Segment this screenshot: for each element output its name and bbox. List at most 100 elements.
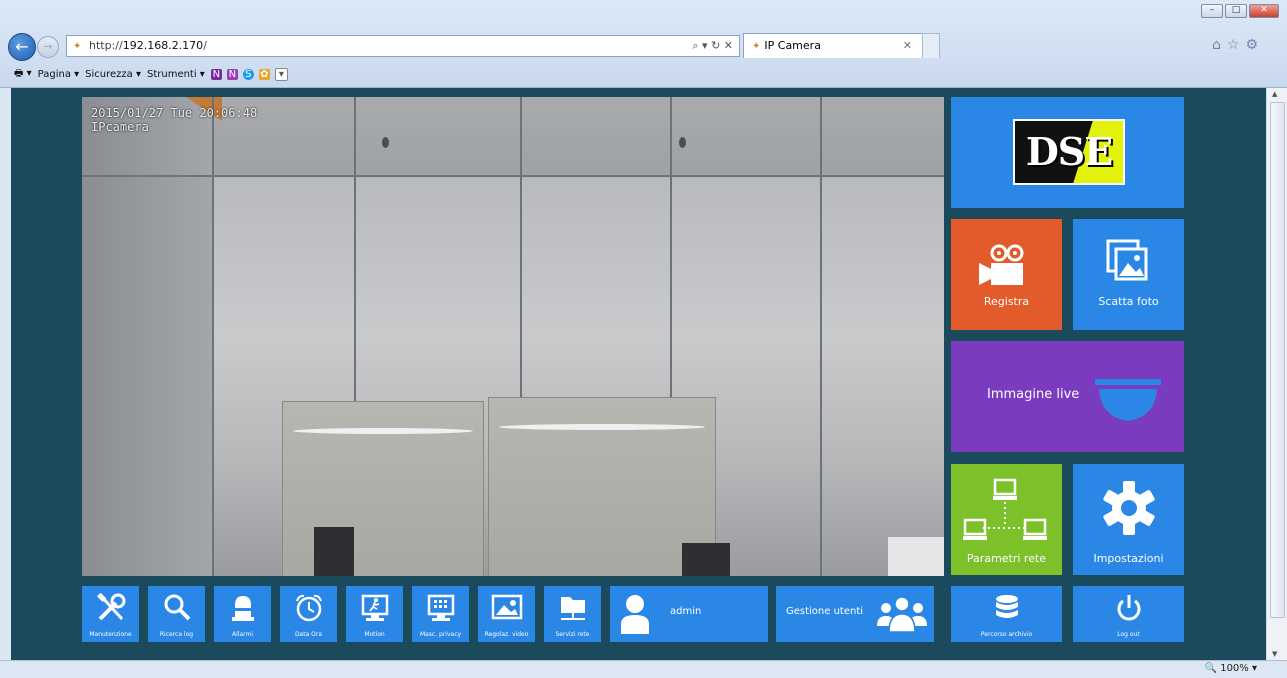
menu-strumenti[interactable]: Strumenti ▾: [147, 69, 205, 80]
video-osd: 2015/01/27 Tue 20:06:48 IPcamera: [91, 106, 257, 134]
tab-title: IP Camera: [764, 39, 821, 52]
navigation-bar: ← → ✦ http://192.168.2.170/ ⌕ ▾ ↻ ✕ ✦ IP C…: [8, 33, 1278, 61]
motion-detect-icon: [361, 594, 388, 621]
log-search-label: Ricerca log: [159, 631, 194, 638]
user-icon: [621, 595, 649, 634]
extra-toolbar-icon[interactable]: ▾: [274, 67, 288, 81]
video-seam: [820, 97, 822, 576]
current-user-label: admin: [670, 606, 702, 617]
privacy-mask-label: Masc. privacy: [419, 631, 462, 638]
users-group-icon: [877, 596, 927, 633]
gear-icon: [1103, 481, 1155, 535]
onenote-icon[interactable]: N: [210, 68, 222, 80]
clock-icon: [295, 594, 322, 622]
dome-camera-icon: [1095, 379, 1161, 421]
network-folder-icon: [560, 597, 585, 620]
logout-label: Log out: [1117, 631, 1140, 638]
video-left-wall: [82, 97, 212, 576]
forward-button[interactable]: →: [37, 36, 59, 58]
menu-sicurezza[interactable]: Sicurezza ▾: [85, 69, 141, 80]
dse-logo-tile: DSE: [951, 97, 1184, 208]
network-params-tile[interactable]: Parametri rete: [951, 464, 1062, 575]
live-view-label: Immagine live: [987, 387, 1080, 402]
settings-tile[interactable]: Impostazioni: [1073, 464, 1184, 575]
video-camera-name: IPcamera: [91, 120, 149, 134]
menu-pagina[interactable]: Pagina ▾: [38, 69, 80, 80]
video-adjust-label: Regolaz. video: [484, 631, 529, 638]
logout-tile[interactable]: Log out: [1073, 586, 1184, 642]
magnifier-icon: [164, 594, 190, 621]
status-bar: 🔍 100% ▾: [0, 660, 1287, 678]
network-icon: [963, 478, 1047, 540]
tab-ip-camera[interactable]: ✦ IP Camera ✕: [743, 33, 923, 58]
close-tab-icon[interactable]: ✕: [903, 34, 912, 58]
settings-label: Impostazioni: [1093, 552, 1164, 565]
video-lock: [382, 137, 389, 148]
privacy-mask-icon: [427, 594, 454, 621]
video-object: [682, 543, 730, 576]
scroll-up-icon[interactable]: ▲: [1272, 90, 1277, 98]
snapshot-label: Scatta foto: [1098, 295, 1159, 308]
command-bar: 🖶 ▾ Pagina ▾ Sicurezza ▾ Strumenti ▾ N N…: [14, 66, 293, 82]
onenote-send-icon[interactable]: N: [226, 68, 238, 80]
video-seam: [212, 97, 214, 576]
photo-icon: [1106, 239, 1148, 281]
minimize-button[interactable]: –: [1201, 4, 1223, 18]
archive-path-label: Percorso archivio: [980, 631, 1033, 638]
browser-chrome: – □ ✕ ← → ✦ http://192.168.2.170/ ⌕ ▾ ↻ ✕…: [0, 0, 1287, 88]
date-time-label: Data Ora: [294, 631, 323, 638]
page-icon: ✦: [73, 41, 82, 52]
database-icon: [995, 595, 1018, 618]
video-object: [888, 537, 944, 576]
snapshot-tile[interactable]: Scatta foto: [1073, 219, 1184, 330]
addon-icon[interactable]: ✿: [258, 68, 270, 80]
url-text: http://192.168.2.170/: [89, 39, 207, 52]
live-view-tile[interactable]: Immagine live: [951, 341, 1184, 452]
privacy-mask-tile[interactable]: Masc. privacy: [412, 586, 469, 642]
print-icon[interactable]: 🖶 ▾: [14, 66, 32, 83]
live-video-feed[interactable]: 2015/01/27 Tue 20:06:48 IPcamera: [82, 97, 944, 576]
record-tile[interactable]: Registra: [951, 219, 1062, 330]
power-icon: [1117, 595, 1140, 621]
image-adjust-icon: [491, 594, 522, 620]
address-bar[interactable]: ✦ http://192.168.2.170/ ⌕ ▾ ↻ ✕: [66, 35, 740, 57]
motion-label: Motion: [364, 631, 385, 638]
scroll-thumb[interactable]: [1270, 102, 1285, 618]
zoom-control[interactable]: 🔍 100% ▾: [1205, 663, 1257, 674]
current-user-tile: admin: [610, 586, 768, 642]
video-lock: [679, 137, 686, 148]
alarms-tile[interactable]: Allarmi: [214, 586, 271, 642]
motion-tile[interactable]: Motion: [346, 586, 403, 642]
tab-favicon-icon: ✦: [752, 41, 761, 52]
home-favorites-tools-icons[interactable]: ⌂☆⚙: [1212, 37, 1264, 53]
new-tab-button[interactable]: [922, 33, 940, 58]
scroll-down-icon[interactable]: ▼: [1272, 650, 1277, 658]
network-params-label: Parametri rete: [966, 552, 1047, 565]
maximize-button[interactable]: □: [1225, 4, 1247, 18]
logo-text: DSE: [1025, 129, 1113, 174]
skype-icon[interactable]: S: [242, 68, 254, 80]
video-monitor-left: [282, 401, 484, 576]
log-search-tile[interactable]: Ricerca log: [148, 586, 205, 642]
video-adjust-tile[interactable]: Regolaz. video: [478, 586, 535, 642]
dse-logo: DSE: [1013, 119, 1125, 185]
maintenance-tile[interactable]: Manutenzione: [82, 586, 139, 642]
zoom-level: 100%: [1220, 663, 1249, 674]
alarm-bell-icon: [231, 596, 254, 621]
date-time-tile[interactable]: Data Ora: [280, 586, 337, 642]
user-management-label: Gestione utenti: [786, 606, 864, 617]
camera-web-page: 2015/01/27 Tue 20:06:48 IPcamera DSE Reg…: [11, 88, 1266, 660]
video-camera-icon: [979, 244, 1024, 285]
address-controls[interactable]: ⌕ ▾ ↻ ✕: [692, 36, 733, 56]
user-management-tile[interactable]: Gestione utenti: [776, 586, 934, 642]
network-services-tile[interactable]: Servizi rete: [544, 586, 601, 642]
maintenance-label: Manutenzione: [89, 631, 132, 638]
close-window-button[interactable]: ✕: [1249, 4, 1279, 18]
alarms-label: Allarmi: [232, 631, 253, 638]
back-button[interactable]: ←: [8, 33, 36, 61]
tools-icon: [96, 593, 125, 621]
vertical-scrollbar[interactable]: ▲ ▼: [1266, 88, 1287, 660]
network-services-label: Servizi rete: [555, 631, 590, 638]
video-timestamp: 2015/01/27 Tue 20:06:48: [91, 106, 258, 120]
archive-path-tile[interactable]: Percorso archivio: [951, 586, 1062, 642]
